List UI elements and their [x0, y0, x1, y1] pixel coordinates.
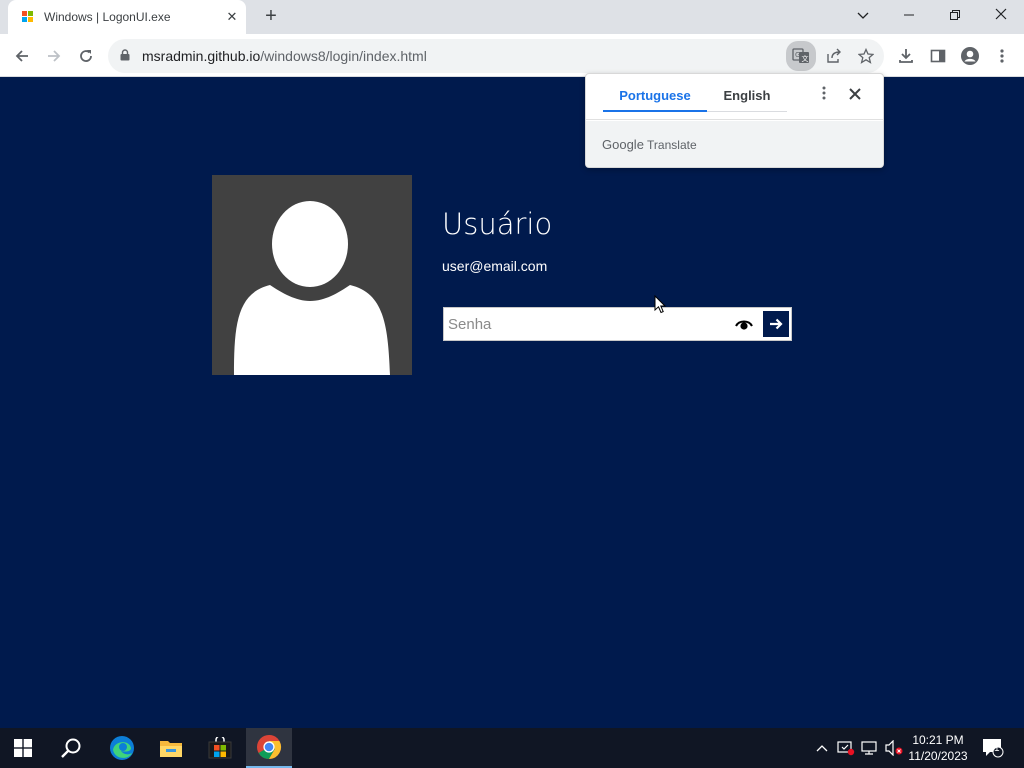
- tab-portuguese[interactable]: Portuguese: [603, 88, 707, 103]
- logon-page: Usuário user@email.com: [0, 77, 1024, 728]
- google-translate-brand: Google Translate: [602, 137, 697, 152]
- new-tab-button[interactable]: +: [260, 6, 282, 28]
- side-panel-button[interactable]: [926, 44, 950, 68]
- tab-english[interactable]: English: [707, 88, 787, 103]
- password-field: [443, 307, 792, 341]
- security-icon: [837, 741, 855, 756]
- back-button[interactable]: [10, 44, 34, 68]
- notification-count: 1: [994, 743, 1000, 754]
- downloads-button[interactable]: [894, 44, 918, 68]
- brand-google: Google: [602, 137, 644, 152]
- chrome-icon: [257, 735, 282, 759]
- notification-icon: [983, 739, 1004, 758]
- security-tray-button[interactable]: [835, 728, 857, 768]
- tab-divider: [707, 111, 787, 112]
- translate-icon: 文G: [792, 48, 809, 63]
- network-icon: [861, 741, 877, 755]
- taskbar-clock[interactable]: 10:21 PM 11/20/2023: [904, 732, 972, 764]
- tab-search-button[interactable]: [840, 0, 886, 32]
- download-icon: [899, 49, 913, 63]
- eye-icon: [735, 320, 753, 330]
- profile-icon: [961, 47, 979, 65]
- chevron-down-icon: [857, 12, 869, 19]
- active-tab-indicator: [603, 110, 707, 112]
- star-icon: [858, 48, 874, 64]
- side-panel-icon: [930, 49, 946, 63]
- restore-button[interactable]: [932, 0, 978, 32]
- store-app[interactable]: [197, 728, 243, 768]
- password-input[interactable]: [446, 310, 726, 338]
- menu-icon: [1000, 49, 1004, 63]
- chrome-app[interactable]: [246, 728, 292, 768]
- user-avatar: [212, 175, 412, 375]
- reveal-password-button[interactable]: [732, 315, 756, 333]
- taskbar: 10:21 PM 11/20/2023 1: [0, 728, 1024, 768]
- arrow-right-icon: [770, 318, 783, 330]
- bookmark-button[interactable]: [854, 44, 878, 68]
- volume-muted-icon: [885, 740, 903, 756]
- tab-title: Windows | LogonUI.exe: [44, 10, 171, 24]
- back-icon: [15, 50, 28, 62]
- browser-toolbar: msradmin.github.io/windows8/login/index.…: [0, 34, 1024, 77]
- share-icon: [827, 48, 841, 63]
- translate-header: Portuguese English: [586, 74, 883, 120]
- restore-icon: [950, 10, 960, 20]
- forward-icon: [48, 50, 61, 62]
- edge-icon: [110, 736, 134, 760]
- chrome-menu-button[interactable]: [990, 44, 1014, 68]
- show-hidden-icons-button[interactable]: [812, 728, 832, 768]
- action-center-button[interactable]: 1: [980, 728, 1006, 768]
- brand-translate: Translate: [647, 138, 697, 152]
- start-button[interactable]: [0, 728, 46, 768]
- more-vert-icon: [822, 86, 826, 100]
- user-silhouette-icon: [234, 201, 390, 375]
- profile-button[interactable]: [958, 44, 982, 68]
- reload-icon: [80, 50, 92, 62]
- mouse-cursor-icon: [654, 295, 666, 314]
- search-button[interactable]: [48, 728, 94, 768]
- start-icon: [14, 739, 32, 757]
- volume-tray-button[interactable]: [883, 728, 905, 768]
- window-close-button[interactable]: [978, 0, 1024, 32]
- clock-time: 10:21 PM: [912, 733, 964, 747]
- lock-icon[interactable]: [120, 49, 130, 61]
- tab-strip: Windows | LogonUI.exe ✕ +: [0, 0, 1024, 34]
- translate-button[interactable]: 文G: [786, 41, 816, 71]
- clock-date: 11/20/2023: [908, 749, 968, 763]
- email-label: user@email.com: [442, 258, 548, 274]
- close-icon: [849, 88, 861, 100]
- svg-text:G: G: [795, 51, 800, 59]
- translate-bubble: Portuguese English Google Translate: [585, 73, 884, 168]
- username-label: Usuário: [442, 207, 553, 241]
- network-tray-button[interactable]: [859, 728, 881, 768]
- close-icon: [995, 8, 1007, 20]
- windows-logo-icon: [22, 11, 34, 23]
- tab-close-icon[interactable]: ✕: [224, 9, 240, 25]
- share-button[interactable]: [822, 44, 846, 68]
- search-icon: [61, 738, 81, 758]
- tab-logonui[interactable]: Windows | LogonUI.exe ✕: [8, 0, 246, 34]
- url-path: /windows8/login/index.html: [260, 48, 427, 64]
- url-text[interactable]: msradmin.github.io/windows8/login/index.…: [142, 48, 427, 64]
- address-bar[interactable]: msradmin.github.io/windows8/login/index.…: [108, 39, 884, 73]
- reload-button[interactable]: [74, 44, 98, 68]
- file-explorer-icon: [160, 741, 182, 757]
- chevron-up-icon: [816, 745, 828, 752]
- file-explorer-app[interactable]: [148, 728, 194, 768]
- minimize-icon: [904, 14, 914, 16]
- url-host: msradmin.github.io: [142, 48, 261, 64]
- translate-close-button[interactable]: [845, 86, 865, 106]
- minimize-button[interactable]: [886, 0, 932, 32]
- submit-button[interactable]: [762, 310, 790, 338]
- svg-text:文: 文: [802, 54, 809, 63]
- store-icon: [208, 737, 232, 759]
- forward-button[interactable]: [42, 44, 66, 68]
- translate-options-button[interactable]: [814, 86, 834, 106]
- translate-footer: Google Translate: [586, 121, 883, 167]
- edge-app[interactable]: [99, 728, 145, 768]
